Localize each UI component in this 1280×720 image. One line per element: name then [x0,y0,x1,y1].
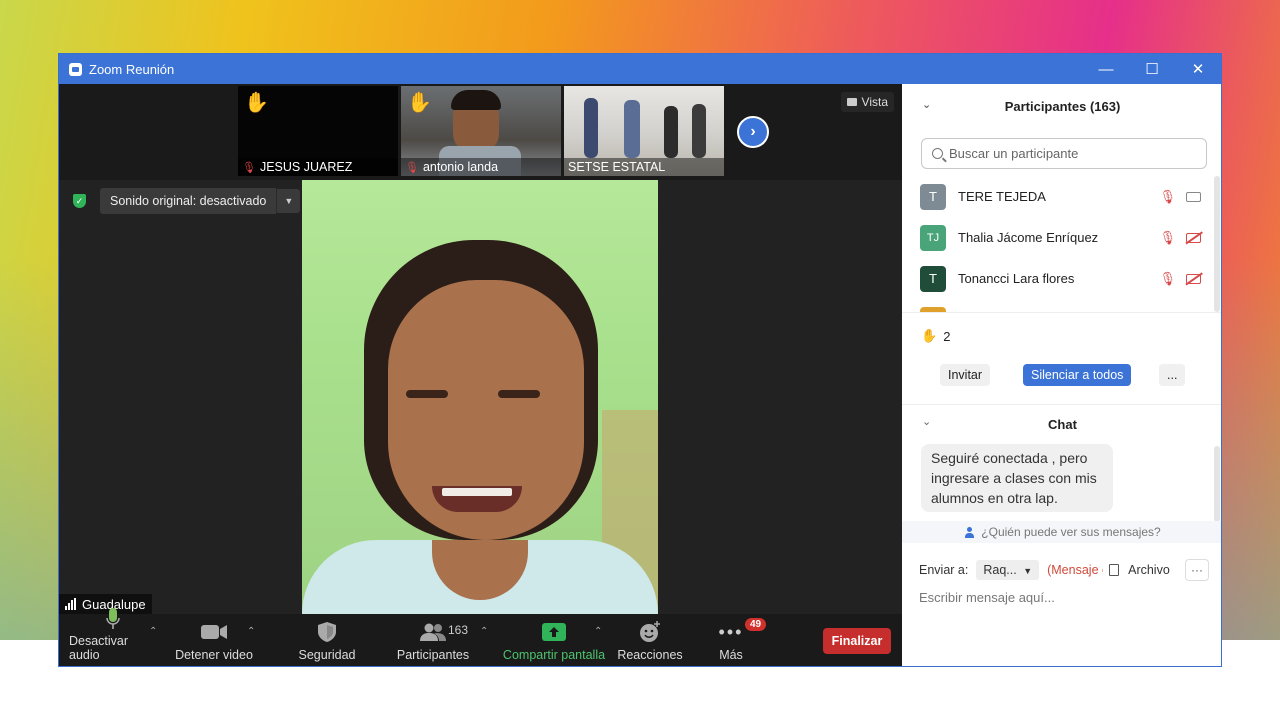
raised-hand-icon: ✋ [921,328,938,343]
list-item[interactable]: T Tonancci Lara flores 🎙 [902,258,1221,299]
original-sound-control: ✓ Sonido original: desactivado ▼ [73,188,301,214]
video-camera-icon [1186,191,1201,202]
private-message-label: (Mensaje c [1047,563,1104,577]
raised-hands-count: ✋ 2 [921,328,951,344]
reactions-button[interactable]: Reacciones [615,614,685,666]
encryption-shield-icon: ✓ [73,194,86,208]
list-item[interactable] [902,299,1221,312]
more-notification-badge: 49 [745,618,767,631]
participants-options-caret[interactable]: ⌃ [480,626,488,637]
stop-video-button[interactable]: Detener video [171,614,257,666]
shield-icon [318,620,336,644]
participant-name: TERE TEJEDA [958,189,1046,204]
share-options-caret[interactable]: ⌃ [594,626,602,637]
audio-options-caret[interactable]: ⌃ [149,626,157,637]
video-area: ✋ 🎙 JESUS JUAREZ ✋ 🎙 antonio landa SETSE… [59,84,902,614]
chat-header: ⌄ Chat [902,404,1221,442]
chat-more-button[interactable]: ··· [1185,559,1209,581]
participant-thumbnail[interactable]: SETSE ESTATAL [564,86,724,176]
zoom-window: Zoom Reunión — ☐ ✕ ✋ 🎙 JESUS JUAREZ ✋ 🎙 … [58,53,1222,667]
next-page-arrow-button[interactable]: › [737,116,769,148]
invite-button[interactable]: Invitar [940,364,991,386]
microphone-icon [106,608,120,630]
signal-strength-icon [65,598,77,610]
send-to-select[interactable]: Raq... ▼ [976,560,1040,580]
video-camera-icon [201,620,227,644]
video-off-icon [1186,232,1201,243]
send-to-row: Enviar a: Raq... ▼ (Mensaje c Archivo ··… [919,557,1209,583]
chevron-down-icon[interactable]: ⌄ [922,98,931,111]
active-speaker-video [302,180,658,614]
mic-muted-icon: 🎙 [1159,270,1176,286]
participants-header: ⌄ Participantes (163) [902,84,1221,128]
video-off-icon [1186,273,1201,284]
person-icon [964,526,976,538]
list-item[interactable]: TJ Thalia Jácome Enríquez 🎙 [902,217,1221,258]
participant-list: T TERE TEJEDA 🎙 TJ Thalia Jácome Enríque… [902,176,1221,312]
participant-name: Tonancci Lara flores [958,271,1075,286]
list-item[interactable]: T TERE TEJEDA 🎙 [902,176,1221,217]
avatar: T [920,265,946,292]
file-icon[interactable] [1109,564,1120,576]
video-options-caret[interactable]: ⌃ [247,626,255,637]
close-button[interactable]: ✕ [1175,54,1221,84]
chat-title: Chat [1048,417,1077,432]
share-screen-button[interactable]: Compartir pantalla [501,614,607,666]
mute-all-button[interactable]: Silenciar a todos [1023,364,1132,386]
title-bar: Zoom Reunión — ☐ ✕ [59,54,1221,84]
maximize-button[interactable]: ☐ [1129,54,1175,84]
participants-icon [420,620,446,644]
chevron-down-icon[interactable]: ▼ [276,189,301,213]
raised-hand-icon: ✋ [407,92,432,114]
participants-button[interactable]: Participantes [391,614,475,666]
security-button[interactable]: Seguridad [287,614,367,666]
thumbnail-name: antonio landa [422,160,499,174]
search-icon [932,148,943,159]
chat-scrollbar[interactable] [1214,446,1220,522]
mute-audio-button[interactable]: Desactivar audio [69,608,157,666]
mic-muted-icon: 🎙 [1159,188,1176,204]
chat-message: Seguiré conectada , pero ingresare a cla… [921,444,1113,512]
original-sound-button[interactable]: Sonido original: desactivado [100,188,277,214]
participant-thumbnail[interactable]: ✋ 🎙 antonio landa [401,86,561,176]
participants-title: Participantes (163) [1004,98,1121,114]
file-button[interactable]: Archivo [1128,563,1170,577]
share-screen-icon [542,620,566,644]
participants-scrollbar[interactable] [1214,176,1220,312]
minimize-button[interactable]: — [1083,54,1129,84]
participant-name: Thalia Jácome Enríquez [958,230,1099,245]
participant-thumbnail[interactable]: ✋ 🎙 JESUS JUAREZ [238,86,398,176]
window-title: Zoom Reunión [89,61,175,77]
side-panel: ⌄ Participantes (163) Buscar un particip… [902,84,1221,666]
mic-muted-icon: 🎙 [242,161,256,174]
participants-count: 163 [448,623,469,637]
raised-hand-icon: ✋ [244,92,269,114]
zoom-logo-icon [69,62,82,76]
more-dots-icon: ••• [718,621,744,642]
who-can-see-link[interactable]: ¿Quién puede ver sus mensajes? [902,521,1221,543]
grid-icon [846,98,857,106]
participant-search-input[interactable]: Buscar un participante [921,138,1207,169]
meeting-toolbar: Desactivar audio ⌃ Detener video ⌃ Segur… [59,608,902,666]
send-to-label: Enviar a: [919,563,969,577]
participants-more-button[interactable]: ... [1159,364,1186,386]
view-button[interactable]: Vista [840,92,894,112]
mic-muted-icon: 🎙 [1159,229,1176,245]
chat-message-input[interactable]: Escribir mensaje aquí... [919,590,1055,605]
thumbnail-name: JESUS JUAREZ [259,160,353,174]
mic-muted-icon: 🎙 [405,161,419,174]
avatar: TJ [920,224,946,251]
avatar: T [920,183,946,210]
end-meeting-button[interactable]: Finalizar [823,628,891,654]
thumbnail-strip: ✋ 🎙 JESUS JUAREZ ✋ 🎙 antonio landa SETSE… [59,84,902,180]
chevron-down-icon: ▼ [1023,566,1033,576]
smiley-icon [639,620,661,644]
thumbnail-name: SETSE ESTATAL [568,160,666,174]
